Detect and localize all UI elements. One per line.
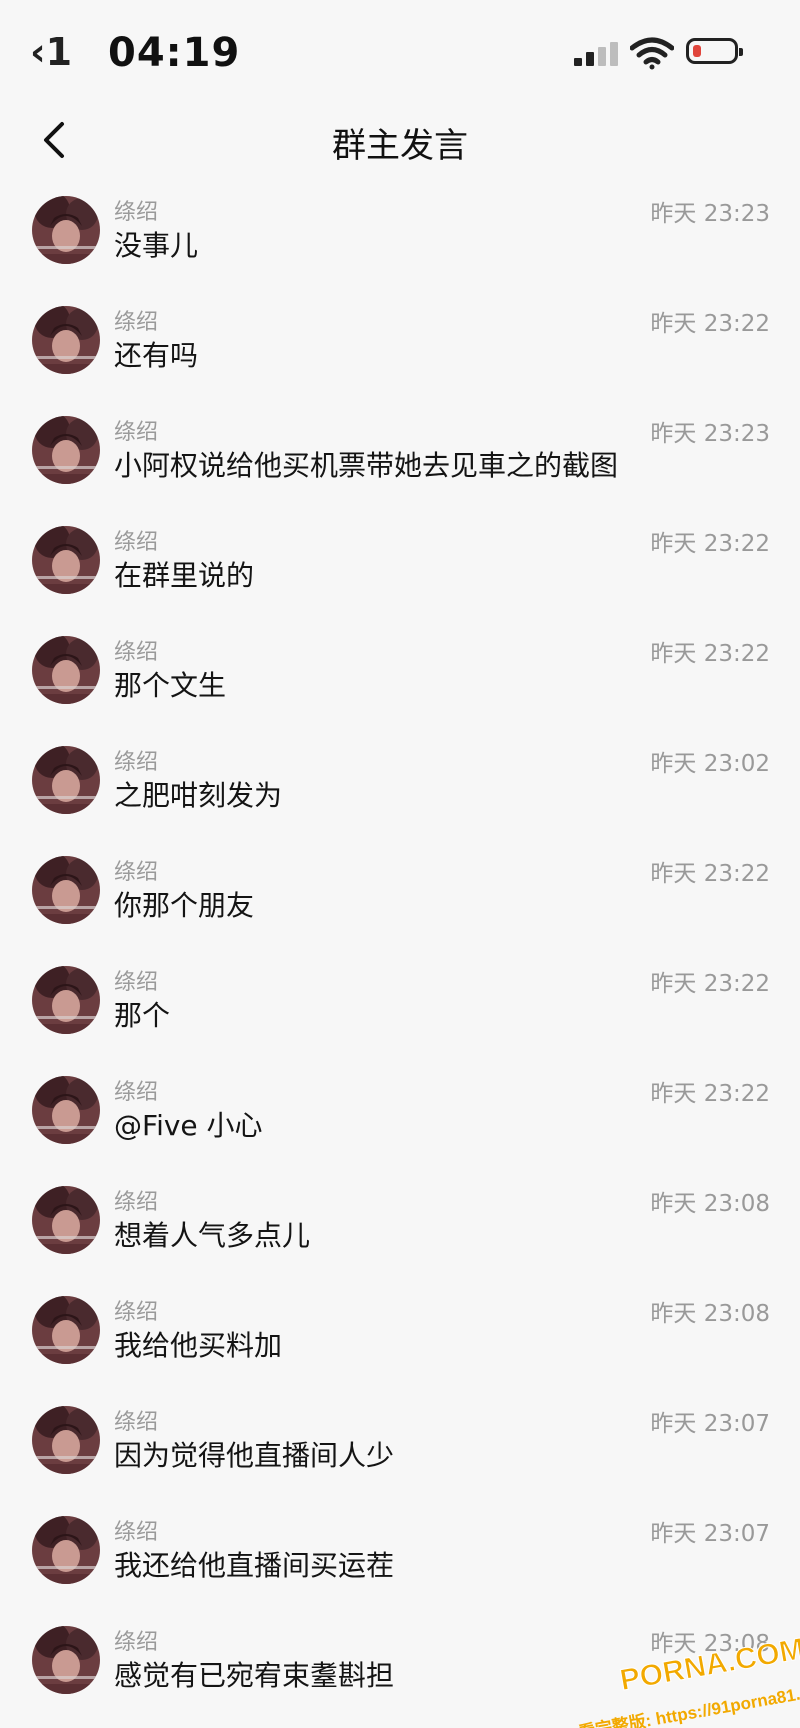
message-item[interactable]: 绦绍 昨天 23:07 我还给他直播间买运茬 xyxy=(0,1500,800,1610)
message-timestamp: 昨天 23:22 xyxy=(650,641,770,667)
message-item[interactable]: 绦绍 昨天 23:08 想着人气多点儿 xyxy=(0,1170,800,1280)
message-item[interactable]: 绦绍 昨天 23:22 还有吗 xyxy=(0,290,800,400)
message-timestamp: 昨天 23:02 xyxy=(650,751,770,777)
avatar[interactable] xyxy=(32,1296,100,1364)
sender-name: 绦绍 xyxy=(114,1630,159,1655)
message-text: 那个 xyxy=(114,999,171,1032)
message-text: 在群里说的 xyxy=(114,559,255,592)
sender-name: 绦绍 xyxy=(114,640,159,665)
message-item[interactable]: 绦绍 昨天 23:08 我给他买料加 xyxy=(0,1280,800,1390)
avatar[interactable] xyxy=(32,966,100,1034)
sender-name: 绦绍 xyxy=(114,1410,159,1435)
message-text: 因为觉得他直播间人少 xyxy=(114,1439,395,1472)
sender-name: 绦绍 xyxy=(114,970,159,995)
battery-level-fill xyxy=(693,45,701,57)
avatar[interactable] xyxy=(32,196,100,264)
avatar[interactable] xyxy=(32,746,100,814)
avatar[interactable] xyxy=(32,416,100,484)
message-timestamp: 昨天 23:23 xyxy=(650,201,770,227)
message-timestamp: 昨天 23:08 xyxy=(650,1191,770,1217)
avatar[interactable] xyxy=(32,1516,100,1584)
wifi-icon xyxy=(630,37,674,70)
message-item[interactable]: 绦绍 昨天 23:23 没事儿 xyxy=(0,180,800,290)
message-timestamp: 昨天 23:07 xyxy=(650,1411,770,1437)
avatar[interactable] xyxy=(32,1186,100,1254)
message-text: 没事儿 xyxy=(114,229,199,262)
sender-name: 绦绍 xyxy=(114,310,159,335)
avatar[interactable] xyxy=(32,1626,100,1694)
sender-name: 绦绍 xyxy=(114,1520,159,1545)
message-text: 想着人气多点儿 xyxy=(114,1219,311,1252)
message-item[interactable]: 绦绍 昨天 23:02 之肥咁刻发为 xyxy=(0,730,800,840)
message-timestamp: 昨天 23:08 xyxy=(650,1301,770,1327)
avatar[interactable] xyxy=(32,856,100,924)
svg-text:PORNA.COM: PORNA.COM xyxy=(617,1632,800,1697)
sender-name: 绦绍 xyxy=(114,1300,159,1325)
message-text: 小阿权说给他买机票带她去见車之的截图 xyxy=(114,449,619,482)
status-time: 04:19 xyxy=(108,30,241,76)
sender-name: 绦绍 xyxy=(114,200,159,225)
avatar[interactable] xyxy=(32,1406,100,1474)
status-bar: ‹1 04:19 xyxy=(0,0,800,110)
battery-icon xyxy=(686,38,743,64)
avatar[interactable] xyxy=(32,1076,100,1144)
message-text: 那个文生 xyxy=(114,669,227,702)
message-item[interactable]: 绦绍 昨天 23:07 因为觉得他直播间人少 xyxy=(0,1390,800,1500)
navigation-bar: 群主发言 xyxy=(0,100,800,180)
message-item[interactable]: 绦绍 昨天 23:22 那个 xyxy=(0,950,800,1060)
message-timestamp: 昨天 23:07 xyxy=(650,1521,770,1547)
message-text: 感觉有已宛宥束耋斟担 xyxy=(114,1659,395,1692)
cellular-signal-icon xyxy=(574,42,618,66)
message-timestamp: 昨天 23:22 xyxy=(650,861,770,887)
message-timestamp: 昨天 23:22 xyxy=(650,1081,770,1107)
message-timestamp: 昨天 23:23 xyxy=(650,421,770,447)
sender-name: 绦绍 xyxy=(114,1190,159,1215)
watermark-logo: PORNA.COM 看完整版: https://91porna81.com xyxy=(576,1632,800,1728)
message-text: 我给他买料加 xyxy=(114,1329,283,1362)
message-item[interactable]: 绦绍 昨天 23:22 那个文生 xyxy=(0,620,800,730)
sender-name: 绦绍 xyxy=(114,530,159,555)
sender-name: 绦绍 xyxy=(114,860,159,885)
message-timestamp: 昨天 23:22 xyxy=(650,311,770,337)
page-title: 群主发言 xyxy=(332,126,468,166)
message-item[interactable]: 绦绍 昨天 23:22 @Five 小心 xyxy=(0,1060,800,1170)
sender-name: 绦绍 xyxy=(114,1080,159,1105)
message-timestamp: 昨天 23:22 xyxy=(650,531,770,557)
message-item[interactable]: 绦绍 昨天 23:22 你那个朋友 xyxy=(0,840,800,950)
sender-name: 绦绍 xyxy=(114,750,159,775)
avatar[interactable] xyxy=(32,306,100,374)
message-timestamp: 昨天 23:22 xyxy=(650,971,770,997)
sender-name: 绦绍 xyxy=(114,420,159,445)
message-text: 还有吗 xyxy=(114,339,199,372)
avatar[interactable] xyxy=(32,526,100,594)
message-item[interactable]: 绦绍 昨天 23:22 在群里说的 xyxy=(0,510,800,620)
message-text: @Five 小心 xyxy=(114,1109,263,1142)
message-text: 我还给他直播间买运茬 xyxy=(114,1549,395,1582)
message-text: 你那个朋友 xyxy=(114,889,255,922)
message-list[interactable]: 绦绍 昨天 23:23 没事儿 绦绍 昨天 23:22 还有吗 绦绍 昨天 23:23 小阿权说… xyxy=(0,180,800,1720)
avatar[interactable] xyxy=(32,636,100,704)
message-text: 之肥咁刻发为 xyxy=(114,779,283,812)
message-item[interactable]: 绦绍 昨天 23:23 小阿权说给他买机票带她去见車之的截图 xyxy=(0,400,800,510)
back-to-app-indicator[interactable]: ‹1 xyxy=(30,30,72,74)
